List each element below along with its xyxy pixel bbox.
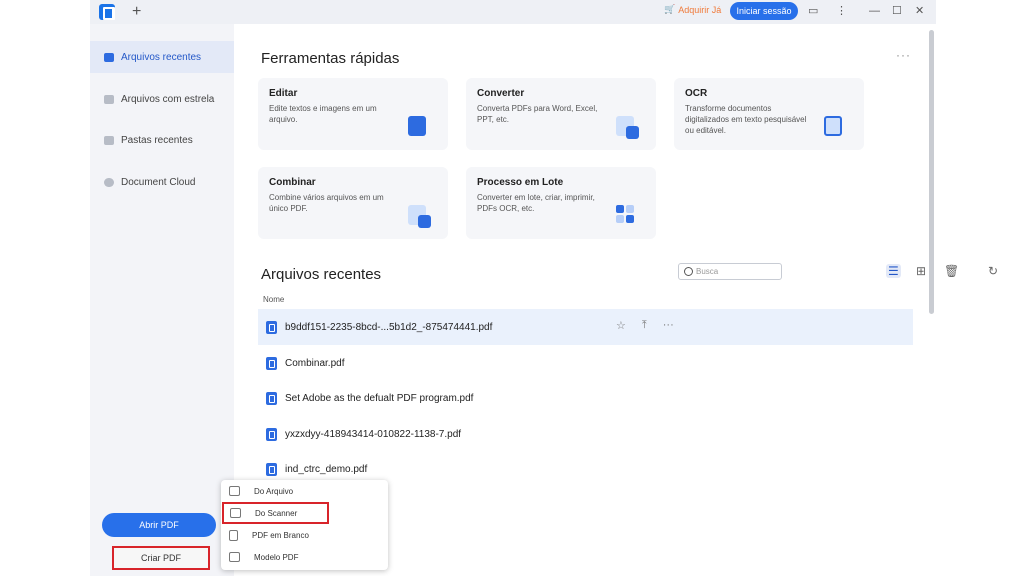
sidebar-item-starred-files[interactable]: Arquivos com estrela [90, 83, 234, 115]
card-description: Transforme documentos digitalizados em t… [685, 104, 807, 135]
tool-card-convert[interactable]: Converter Converta PDFs para Word, Excel… [466, 78, 656, 150]
close-icon[interactable]: ✕ [915, 3, 924, 19]
delete-icon[interactable]: 🗑 [944, 264, 959, 278]
batch-process-icon [616, 205, 634, 225]
card-description: Converter em lote, criar, imprimir, PDFs… [477, 193, 595, 213]
refresh-icon[interactable]: ↻ [988, 264, 998, 278]
edit-icon [408, 116, 426, 136]
title-bar: + 🛒 Adquirir Já Iniciar sessão ▭ ⋮ — ☐ ✕ [90, 0, 936, 24]
minimize-icon[interactable]: — [869, 3, 880, 19]
login-button[interactable]: Iniciar sessão [730, 2, 798, 20]
menu-item-label: Modelo PDF [254, 552, 299, 562]
tool-card-combine[interactable]: Combinar Combine vários arquivos em um ú… [258, 167, 448, 239]
pdf-file-icon [266, 427, 277, 441]
star-file-icon [104, 94, 114, 104]
sidebar-item-document-cloud[interactable]: Document Cloud [90, 166, 234, 198]
list-view-icon[interactable]: ☰ [886, 264, 901, 278]
row-actions: ☆ ⤒ ··· [616, 319, 674, 332]
recent-files-title: Arquivos recentes [261, 266, 382, 283]
sidebar-item-label: Arquivos com estrela [121, 93, 215, 105]
sidebar-item-label: Document Cloud [121, 176, 196, 188]
sidebar-item-label: Arquivos recentes [121, 51, 202, 63]
file-name: Combinar.pdf [285, 357, 345, 369]
card-description: Converta PDFs para Word, Excel, PPT, etc… [477, 104, 598, 124]
file-name: yxzxdyy-418943414-010822-1138-7.pdf [285, 428, 462, 440]
more-options-icon[interactable]: ··· [896, 48, 911, 62]
folder-icon [104, 135, 114, 145]
sidebar-item-recent-folders[interactable]: Pastas recentes [90, 124, 234, 156]
menu-item-label: Do Arquivo [254, 486, 294, 496]
cart-icon: 🛒 [664, 4, 676, 14]
search-input[interactable]: Busca [678, 263, 782, 280]
cloud-icon [104, 177, 114, 187]
pdf-file-icon [266, 391, 277, 405]
create-pdf-button[interactable]: Criar PDF [112, 546, 210, 570]
tool-card-ocr[interactable]: OCR Transforme documentos digitalizados … [674, 78, 864, 150]
file-name: b9ddf151-2235-8bcd-...5b1d2_-875474441.p… [285, 321, 493, 333]
file-row[interactable]: Combinar.pdf [258, 345, 913, 381]
menu-item-from-scanner[interactable]: Do Scanner [222, 502, 329, 524]
combine-icon [408, 205, 431, 228]
app-window: + 🛒 Adquirir Já Iniciar sessão ▭ ⋮ — ☐ ✕… [90, 0, 998, 576]
tool-card-batch[interactable]: Processo em Lote Converter em lote, cria… [466, 167, 656, 239]
upload-icon[interactable]: ⤒ [642, 319, 647, 332]
file-row[interactable]: yxzxdyy-418943414-010822-1138-7.pdf [258, 416, 913, 452]
card-description: Edite textos e imagens em um arquivo. [269, 104, 377, 124]
pdf-file-icon [266, 356, 277, 370]
sidebar: Arquivos recentes Arquivos com estrela P… [90, 24, 234, 576]
card-title: Editar [269, 88, 298, 99]
vertical-scrollbar[interactable] [929, 30, 934, 314]
card-title: Converter [477, 88, 525, 99]
tools-section-title: Ferramentas rápidas [261, 50, 400, 67]
card-title: Processo em Lote [477, 177, 564, 188]
create-pdf-menu: Do Arquivo Do Scanner PDF em Branco Mode… [221, 480, 388, 570]
template-icon [229, 552, 240, 562]
menu-item-blank-pdf[interactable]: PDF em Branco [221, 524, 388, 546]
file-row[interactable]: Set Adobe as the defualt PDF program.pdf [258, 380, 913, 416]
open-pdf-button[interactable]: Abrir PDF [102, 513, 216, 537]
card-description: Combine vários arquivos em um único PDF. [269, 193, 384, 213]
file-row[interactable]: b9ddf151-2235-8bcd-...5b1d2_-875474441.p… [258, 309, 913, 345]
scanner-icon [230, 508, 241, 518]
blank-page-icon [229, 529, 238, 541]
convert-icon [616, 116, 639, 139]
menu-item-from-file[interactable]: Do Arquivo [221, 480, 388, 502]
card-title: OCR [685, 88, 708, 99]
app-logo-icon [99, 4, 115, 20]
new-tab-button[interactable]: + [132, 2, 141, 22]
pdf-file-icon [266, 462, 277, 476]
folder-icon [229, 486, 240, 496]
star-icon[interactable]: ☆ [616, 319, 626, 332]
maximize-icon[interactable]: ☐ [892, 3, 902, 19]
menu-item-label: Do Scanner [255, 508, 298, 518]
sidebar-item-recent-files[interactable]: Arquivos recentes [90, 41, 234, 73]
kebab-icon[interactable]: ⋮ [836, 3, 847, 19]
file-name: Set Adobe as the defualt PDF program.pdf [285, 392, 474, 404]
column-header-name[interactable]: Nome [263, 295, 284, 304]
buy-label: Adquirir Já [678, 4, 722, 15]
menu-item-pdf-template[interactable]: Modelo PDF [221, 546, 388, 568]
card-title: Combinar [269, 177, 316, 188]
buy-link[interactable]: 🛒 Adquirir Já [664, 4, 721, 15]
chat-icon[interactable]: ▭ [808, 3, 818, 19]
ocr-icon [824, 116, 842, 136]
grid-view-icon[interactable]: ⊞ [916, 264, 926, 278]
sidebar-item-label: Pastas recentes [121, 134, 193, 146]
more-icon[interactable]: ··· [663, 319, 674, 332]
file-name: ind_ctrc_demo.pdf [285, 463, 368, 475]
menu-item-label: PDF em Branco [252, 530, 309, 540]
pdf-file-icon [266, 320, 277, 334]
tool-card-edit[interactable]: Editar Edite textos e imagens em um arqu… [258, 78, 448, 150]
recent-files-icon [104, 52, 114, 62]
